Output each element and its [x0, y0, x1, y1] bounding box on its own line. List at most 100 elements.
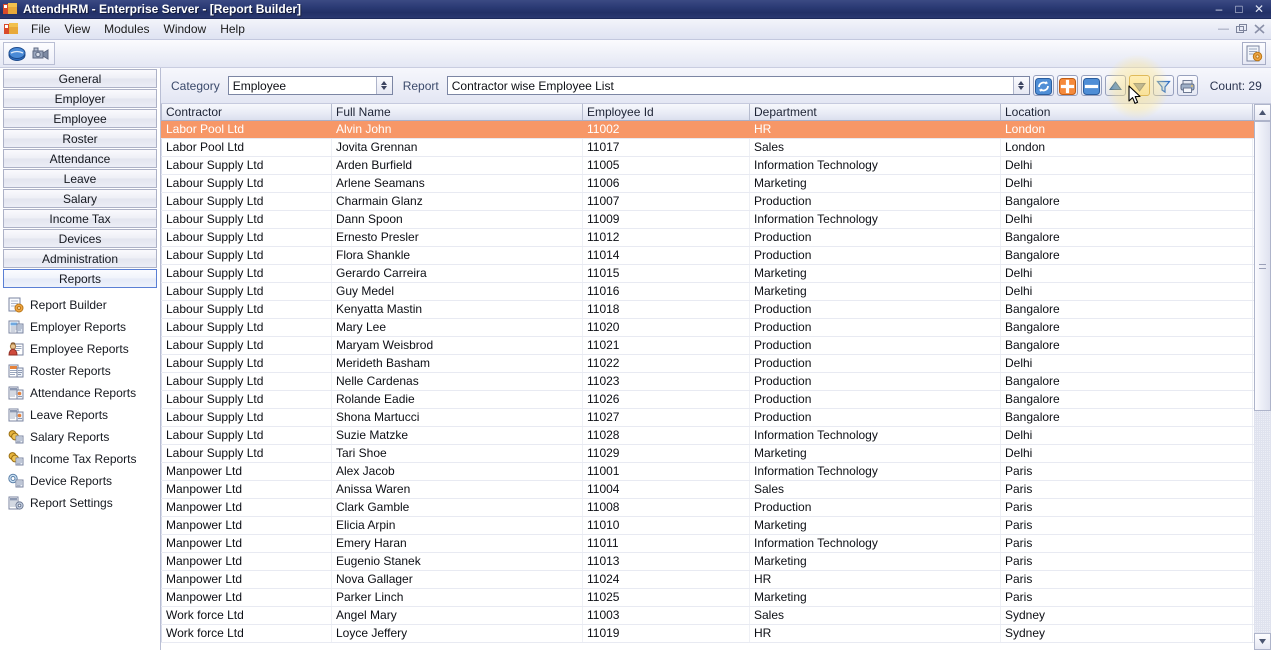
sidebar-link-roster-reports[interactable]: Roster Reports	[0, 360, 160, 382]
table-row[interactable]: Labour Supply Ltd Guy Medel 11016 Marketing…	[161, 283, 1271, 301]
table-cell: Manpower Ltd	[161, 517, 332, 534]
sidebar-item-devices[interactable]: Devices	[3, 229, 157, 248]
table-row[interactable]: Labor Pool Ltd Jovita Grennan 11017 Sales Lo…	[161, 139, 1271, 157]
grid-column-header[interactable]: Employee Id	[583, 104, 750, 120]
sidebar-link-attendance-reports[interactable]: Attendance Reports	[0, 382, 160, 404]
table-row[interactable]: Labour Supply Ltd Charmain Glanz 11007 Prod…	[161, 193, 1271, 211]
table-row[interactable]: Labour Supply Ltd Tari Shoe 11029 Marketing…	[161, 445, 1271, 463]
table-row[interactable]: Work force Ltd Loyce Jeffery 11019 HR Sydney	[161, 625, 1271, 643]
menu-item-help[interactable]: Help	[213, 20, 252, 39]
table-cell: 11001	[583, 463, 750, 480]
mdi-minimize-button[interactable]: —	[1216, 22, 1231, 36]
grid-column-header[interactable]: Department	[750, 104, 1001, 120]
mdi-maximize-button[interactable]	[1234, 22, 1249, 36]
scrollbar-thumb[interactable]	[1254, 121, 1271, 411]
table-cell: Labour Supply Ltd	[161, 319, 332, 336]
sidebar-item-roster[interactable]: Roster	[3, 129, 157, 148]
table-cell: Marketing	[750, 265, 1001, 282]
table-cell: Flora Shankle	[332, 247, 583, 264]
table-row[interactable]: Labour Supply Ltd Mary Lee 11020 Production…	[161, 319, 1271, 337]
table-cell: Information Technology	[750, 427, 1001, 444]
table-row[interactable]: Labour Supply Ltd Arlene Seamans 11006 Mark…	[161, 175, 1271, 193]
table-row[interactable]: Manpower Ltd Alex Jacob 11001 Information T…	[161, 463, 1271, 481]
table-cell: Eugenio Stanek	[332, 553, 583, 570]
table-row[interactable]: Manpower Ltd Eugenio Stanek 11013 Marketing…	[161, 553, 1271, 571]
book-icon[interactable]	[5, 43, 29, 64]
sidebar-item-general[interactable]: General	[3, 69, 157, 88]
table-row[interactable]: Labor Pool Ltd Alvin John 11002 HR London	[161, 121, 1271, 139]
sidebar-link-employer-reports[interactable]: Employer Reports	[0, 316, 160, 338]
sidebar-link-salary-reports[interactable]: Salary Reports	[0, 426, 160, 448]
table-row[interactable]: Labour Supply Ltd Flora Shankle 11014 Produ…	[161, 247, 1271, 265]
sidebar-link-report-settings[interactable]: Report Settings	[0, 492, 160, 514]
menu-item-modules[interactable]: Modules	[97, 20, 156, 39]
close-button[interactable]: ✕	[1250, 1, 1268, 16]
scroll-down-button[interactable]	[1254, 633, 1271, 650]
grid-column-header[interactable]: Full Name	[332, 104, 583, 120]
refresh-button[interactable]	[1032, 75, 1054, 96]
sidebar-item-employer[interactable]: Employer	[3, 89, 157, 108]
sidebar-item-reports[interactable]: Reports	[3, 269, 157, 288]
sidebar-item-salary[interactable]: Salary	[3, 189, 157, 208]
table-cell: Paris	[1001, 499, 1253, 516]
table-row[interactable]: Labour Supply Ltd Shona Martucci 11027 Prod…	[161, 409, 1271, 427]
menu-item-view[interactable]: View	[57, 20, 97, 39]
table-row[interactable]: Labour Supply Ltd Suzie Matzke 11028 Inform…	[161, 427, 1271, 445]
scrollbar-track[interactable]	[1254, 121, 1271, 633]
table-row[interactable]: Labour Supply Ltd Gerardo Carreira 11015 Ma…	[161, 265, 1271, 283]
table-row[interactable]: Labour Supply Ltd Rolande Eadie 11026 Produ…	[161, 391, 1271, 409]
table-row[interactable]: Manpower Ltd Emery Haran 11011 Information …	[161, 535, 1271, 553]
print-button[interactable]	[1176, 75, 1198, 96]
table-cell: Production	[750, 373, 1001, 390]
table-cell: London	[1001, 139, 1253, 156]
table-cell: Manpower Ltd	[161, 463, 332, 480]
table-row[interactable]: Labour Supply Ltd Merideth Basham 11022 Pro…	[161, 355, 1271, 373]
table-cell: Marketing	[750, 517, 1001, 534]
sidebar-item-administration[interactable]: Administration	[3, 249, 157, 268]
report-builder-icon[interactable]	[1242, 42, 1266, 65]
minimize-button[interactable]: –	[1210, 1, 1228, 16]
sidebar-link-device-reports[interactable]: Device Reports	[0, 470, 160, 492]
maximize-button[interactable]: □	[1230, 1, 1248, 16]
sidebar-item-attendance[interactable]: Attendance	[3, 149, 157, 168]
move-down-button[interactable]	[1128, 75, 1150, 96]
table-row[interactable]: Manpower Ltd Anissa Waren 11004 Sales Paris	[161, 481, 1271, 499]
camera-icon[interactable]	[29, 43, 53, 64]
report-spinner-icon[interactable]	[1012, 77, 1029, 94]
sidebar-link-report-builder[interactable]: Report Builder	[0, 294, 160, 316]
table-row[interactable]: Labour Supply Ltd Ernesto Presler 11012 Pro…	[161, 229, 1271, 247]
grid-vertical-scrollbar[interactable]	[1254, 104, 1271, 650]
table-row[interactable]: Labour Supply Ltd Nelle Cardenas 11023 Prod…	[161, 373, 1271, 391]
sidebar-link-employee-reports[interactable]: Employee Reports	[0, 338, 160, 360]
mdi-close-button[interactable]	[1252, 22, 1267, 36]
sidebar-item-employee[interactable]: Employee	[3, 109, 157, 128]
add-button[interactable]	[1056, 75, 1078, 96]
filter-button[interactable]	[1152, 75, 1174, 96]
table-row[interactable]: Manpower Ltd Nova Gallager 11024 HR Paris	[161, 571, 1271, 589]
table-row[interactable]: Labour Supply Ltd Kenyatta Mastin 11018 Pro…	[161, 301, 1271, 319]
sidebar-link-income-tax-reports[interactable]: Income Tax Reports	[0, 448, 160, 470]
sidebar-item-income-tax[interactable]: Income Tax	[3, 209, 157, 228]
grid-column-header[interactable]: Location	[1001, 104, 1253, 120]
table-cell: 11005	[583, 157, 750, 174]
sidebar-item-leave[interactable]: Leave	[3, 169, 157, 188]
table-row[interactable]: Manpower Ltd Clark Gamble 11008 Production P…	[161, 499, 1271, 517]
menu-item-file[interactable]: File	[24, 20, 57, 39]
table-row[interactable]: Labour Supply Ltd Dann Spoon 11009 Informat…	[161, 211, 1271, 229]
table-row[interactable]: Work force Ltd Angel Mary 11003 Sales Sydney	[161, 607, 1271, 625]
sidebar-link-leave-reports[interactable]: Leave Reports	[0, 404, 160, 426]
menu-item-window[interactable]: Window	[157, 20, 214, 39]
table-row[interactable]: Manpower Ltd Parker Linch 11025 Marketing Pa…	[161, 589, 1271, 607]
remove-button[interactable]	[1080, 75, 1102, 96]
table-row[interactable]: Manpower Ltd Elicia Arpin 11010 Marketing Pa…	[161, 517, 1271, 535]
table-row[interactable]: Labour Supply Ltd Arden Burfield 11005 Info…	[161, 157, 1271, 175]
table-row[interactable]: Labour Supply Ltd Maryam Weisbrod 11021 Pro…	[161, 337, 1271, 355]
category-spinner-icon[interactable]	[375, 77, 392, 94]
category-combo[interactable]: Employee	[227, 76, 393, 95]
table-cell: Bangalore	[1001, 373, 1253, 390]
report-combo[interactable]: Contractor wise Employee List	[446, 76, 1030, 95]
move-up-button[interactable]	[1104, 75, 1126, 96]
table-cell: Ernesto Presler	[332, 229, 583, 246]
grid-column-header[interactable]: Contractor	[161, 104, 332, 120]
scroll-up-button[interactable]	[1254, 104, 1271, 121]
